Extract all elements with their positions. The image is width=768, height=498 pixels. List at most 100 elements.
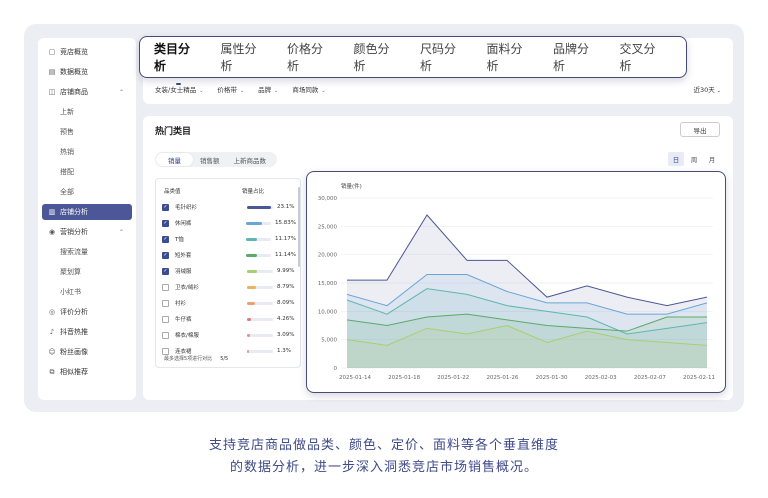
chevron-up-icon: ⌃ xyxy=(118,88,124,96)
share-bar xyxy=(245,237,272,241)
x-tick-label: 2025-01-14 xyxy=(339,375,371,381)
share-bar xyxy=(245,221,272,225)
sidebar-item[interactable]: 上新 xyxy=(42,104,132,120)
category-checkbox[interactable]: ✓ xyxy=(162,219,169,227)
sidebar-item[interactable]: ▤ 数据概览 xyxy=(42,64,132,80)
sidebar-item[interactable]: ♪ 抖音热推 xyxy=(42,324,132,340)
category-row[interactable]: ✓ 短外套 11.14% xyxy=(162,249,296,261)
category-row[interactable]: ✓ 休闲裤 15.83% xyxy=(162,217,296,229)
category-row[interactable]: 连衣裙 1.3% xyxy=(162,345,296,357)
period-day[interactable]: 日 xyxy=(668,152,684,166)
period-month[interactable]: 月 xyxy=(704,152,720,166)
sidebar-item[interactable]: 全部 xyxy=(42,184,132,200)
metric-tab-sales-amount[interactable]: 销售额 xyxy=(193,155,227,165)
y-tick-label: 0 xyxy=(334,366,338,372)
sidebar-item-label: 抖音热推 xyxy=(60,328,88,336)
metric-tab-sales-volume[interactable]: 销量 xyxy=(156,153,193,166)
export-button[interactable]: 导出 xyxy=(680,122,720,137)
category-row[interactable]: ✓ T恤 11.17% xyxy=(162,233,296,245)
tab-analysis[interactable]: 类目分析 xyxy=(154,40,199,85)
sales-trend-chart: 销量(件) 30,000 25,000 20,000 15,000 10,000 5,000… xyxy=(306,171,726,393)
share-bar-fill xyxy=(247,349,249,353)
sidebar-item[interactable]: ▢ 竞店概览 xyxy=(42,44,132,60)
share-bar-fill xyxy=(245,253,258,257)
category-checkbox[interactable]: ✓ xyxy=(162,267,169,275)
tab-analysis[interactable]: 尺码分析 xyxy=(420,40,465,74)
tab-analysis[interactable]: 属性分析 xyxy=(221,40,266,74)
category-checkbox[interactable] xyxy=(162,331,169,339)
category-row[interactable]: 卫衣/绒衫 8.79% xyxy=(162,281,296,293)
y-tick-label: 10,000 xyxy=(318,309,338,315)
share-bar-fill xyxy=(247,317,252,321)
category-row[interactable]: ✓ 羽绒服 9.99% xyxy=(162,265,296,277)
date-range-select[interactable]: 近30天 ⌄ xyxy=(693,84,721,94)
sidebar-item[interactable]: 聚划算 xyxy=(42,264,132,280)
category-share-value: 1.3% xyxy=(277,348,291,354)
sidebar-item[interactable]: 搭配 xyxy=(42,164,132,180)
sidebar-item-label: 相似推荐 xyxy=(60,368,88,376)
sidebar-item-label: 小红书 xyxy=(60,288,81,296)
category-row[interactable]: 棉衣/棉服 3.09% xyxy=(162,329,296,341)
sidebar-item[interactable]: ◎ 评价分析 xyxy=(42,304,132,320)
tab-analysis[interactable]: 交叉分析 xyxy=(620,40,665,74)
category-row[interactable]: 衬衫 8.09% xyxy=(162,297,296,309)
y-tick-label: 25,000 xyxy=(318,224,338,230)
category-row[interactable]: ✓ 毛针织衫 23.1% xyxy=(162,201,296,213)
category-name: 卫衣/绒衫 xyxy=(175,285,199,291)
filter-price-band[interactable]: 价格带 ⌄ xyxy=(217,84,244,94)
filter-category[interactable]: 女装/女士精品 ⌄ xyxy=(155,84,203,94)
x-tick-label: 2025-01-18 xyxy=(388,375,420,381)
sidebar-item[interactable]: ◉ 营销分析 ⌃ xyxy=(42,224,132,240)
category-share-value: 15.83% xyxy=(275,220,296,226)
tab-analysis[interactable]: 颜色分析 xyxy=(354,40,399,74)
chevron-down-icon: ⌄ xyxy=(274,88,279,94)
category-checkbox[interactable] xyxy=(162,315,169,323)
sidebar-item-label: 营销分析 xyxy=(60,228,88,236)
category-name: 棉衣/棉服 xyxy=(175,333,199,339)
category-checkbox[interactable]: ✓ xyxy=(162,251,169,259)
y-tick-label: 15,000 xyxy=(318,281,338,287)
category-name: 连衣裙 xyxy=(175,349,192,355)
tab-analysis[interactable]: 面料分析 xyxy=(487,40,532,74)
filter-brand[interactable]: 品牌 ⌄ xyxy=(258,84,278,94)
category-name: 羽绒服 xyxy=(175,269,192,275)
filter-mall-same[interactable]: 商场同款 ⌄ xyxy=(292,84,325,94)
tab-analysis[interactable]: 价格分析 xyxy=(287,40,332,74)
sidebar-item[interactable]: ☺ 粉丝画像 xyxy=(42,344,132,360)
category-checkbox[interactable]: ✓ xyxy=(162,235,169,243)
share-bar xyxy=(247,301,273,305)
sidebar-item[interactable]: 搜索流量 xyxy=(42,244,132,260)
caption-line-1: 支持竞店商品做品类、颜色、定价、面料等各个垂直维度 xyxy=(208,438,559,453)
period-week[interactable]: 周 xyxy=(686,152,702,166)
category-share-value: 23.1% xyxy=(277,204,295,210)
sidebar-item-label: 全部 xyxy=(60,188,74,196)
category-checkbox[interactable] xyxy=(162,299,169,307)
category-checkbox[interactable] xyxy=(162,347,169,355)
x-tick-label: 2025-01-26 xyxy=(486,375,518,381)
sidebar-item[interactable]: ◫ 店铺商品 ⌃ xyxy=(42,84,132,100)
sidebar-item[interactable]: 小红书 xyxy=(42,284,132,300)
sidebar-item[interactable]: ▥ 店铺分析 xyxy=(42,204,132,220)
bag-icon: ◫ xyxy=(48,88,56,96)
sidebar-item[interactable]: 预售 xyxy=(42,124,132,140)
share-bar xyxy=(247,333,273,337)
sidebar-item-label: 上新 xyxy=(60,108,74,116)
list-scrollbar[interactable] xyxy=(298,187,300,267)
sidebar-item[interactable]: ⧉ 相似推荐 xyxy=(42,364,132,380)
category-checkbox[interactable] xyxy=(162,283,169,291)
chevron-down-icon: ⌄ xyxy=(239,88,245,94)
sidebar-item[interactable]: 热销 xyxy=(42,144,132,160)
filter-group: 女装/女士精品 ⌄ 价格带 ⌄ 品牌 ⌄ 商场同款 ⌄ xyxy=(155,84,326,94)
category-name: 短外套 xyxy=(174,253,192,259)
category-share-header: 销量占比 xyxy=(242,189,265,195)
metric-tab-new-items[interactable]: 上新商品数 xyxy=(227,155,274,165)
similar-icon: ⧉ xyxy=(49,367,55,376)
category-name-header: 品类值 xyxy=(164,189,181,195)
category-row[interactable]: 牛仔裤 4.26% xyxy=(162,313,296,325)
sidebar-item-label: 数据概览 xyxy=(60,68,88,76)
chevron-up-icon: ⌃ xyxy=(118,228,124,236)
category-checkbox[interactable]: ✓ xyxy=(162,203,169,211)
sidebar-item-label: 预售 xyxy=(60,128,74,136)
panel-title: 热门类目 xyxy=(155,127,192,137)
tab-analysis[interactable]: 品牌分析 xyxy=(553,40,598,74)
